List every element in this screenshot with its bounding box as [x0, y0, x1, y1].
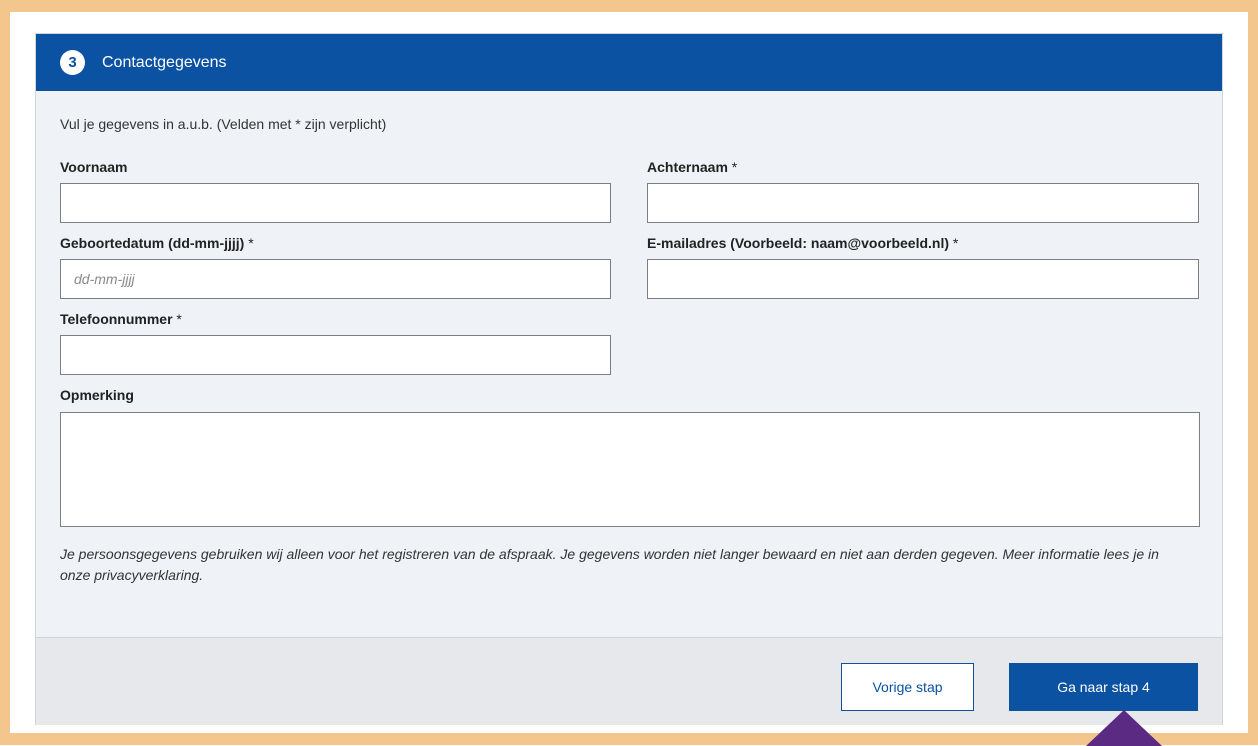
required-marker: * [244, 235, 254, 251]
previous-step-button[interactable]: Vorige stap [841, 663, 974, 711]
phone-input[interactable] [60, 335, 611, 375]
required-marker: * [727, 159, 738, 175]
email-input[interactable] [647, 259, 1199, 299]
contact-details-card: 3 Contactgegevens Vul je gegevens in a.u… [35, 33, 1223, 725]
birthdate-label: Geboortedatum (dd-mm-jjjj) * [60, 235, 254, 251]
remark-textarea[interactable] [60, 412, 1200, 527]
remark-label: Opmerking [60, 387, 134, 403]
last-name-label: Achternaam * [647, 159, 738, 175]
step-number-badge: 3 [60, 50, 85, 75]
next-step-button[interactable]: Ga naar stap 4 [1009, 663, 1198, 711]
form-footer: Vorige stap Ga naar stap 4 [36, 637, 1222, 725]
first-name-input[interactable] [60, 183, 611, 223]
phone-label: Telefoonnummer * [60, 311, 182, 327]
privacy-notice: Je persoonsgegevens gebruiken wij alleen… [60, 546, 1159, 583]
birthdate-input[interactable] [60, 259, 611, 299]
required-marker: * [172, 311, 182, 327]
form-instructions: Vul je gegevens in a.u.b. (Velden met * … [60, 116, 387, 132]
email-label: E-mailadres (Voorbeeld: naam@voorbeeld.n… [647, 235, 959, 251]
last-name-input[interactable] [647, 183, 1199, 223]
required-marker: * [949, 235, 959, 251]
card-header: 3 Contactgegevens [36, 34, 1222, 91]
pointer-triangle-icon [1086, 710, 1162, 746]
first-name-label: Voornaam [60, 159, 128, 175]
section-title: Contactgegevens [102, 53, 227, 71]
